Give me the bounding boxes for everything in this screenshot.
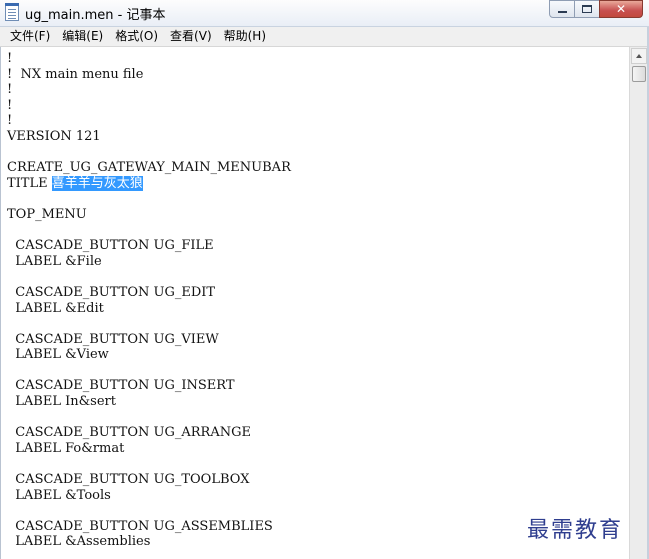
text-line: ! xyxy=(7,51,13,66)
watermark-text: 最需教育 xyxy=(527,518,624,543)
minimize-icon xyxy=(558,11,567,13)
text-line xyxy=(7,269,291,285)
window-controls: ✕ xyxy=(549,0,643,18)
text-line: TOP_MENU xyxy=(7,206,87,222)
text-line: CASCADE_BUTTON UG_ARRANGE xyxy=(7,425,251,441)
text-line xyxy=(7,363,291,379)
title-keyword: TITLE xyxy=(7,175,52,191)
text-line: LABEL &View xyxy=(7,347,109,363)
text-line: CREATE_UG_GATEWAY_MAIN_MENUBAR xyxy=(7,160,291,176)
text-editor[interactable]: !! NX main menu file!!! VERSION 121 CREATE… xyxy=(0,47,629,559)
notepad-icon xyxy=(5,3,19,21)
close-button[interactable]: ✕ xyxy=(599,0,643,18)
text-line: ! NX main menu file xyxy=(7,66,144,82)
text-line xyxy=(7,410,291,426)
text-line xyxy=(7,145,291,161)
text-line: CASCADE_BUTTON UG_ASSEMBLIES xyxy=(7,518,273,534)
menu-format[interactable]: 格式(O) xyxy=(109,27,164,46)
text-line: CASCADE_BUTTON UG_FILE xyxy=(7,238,214,254)
editor-content[interactable]: !! NX main menu file!!! VERSION 121 CREATE… xyxy=(7,51,291,550)
text-line: LABEL Fo&rmat xyxy=(7,440,125,456)
text-line: TITLE 喜羊羊与灰太狼 xyxy=(7,175,291,192)
scrollbar-thumb[interactable] xyxy=(632,66,646,82)
menu-help[interactable]: 帮助(H) xyxy=(218,27,272,46)
text-line xyxy=(7,191,291,207)
text-line: CASCADE_BUTTON UG_VIEW xyxy=(7,331,219,347)
title-bar[interactable]: ug_main.men - 记事本 ✕ xyxy=(0,0,649,27)
text-line: ! xyxy=(7,82,13,98)
selected-text[interactable]: 喜羊羊与灰太狼 xyxy=(51,175,143,191)
text-line: ! xyxy=(7,97,13,113)
maximize-icon xyxy=(582,5,592,13)
text-line: LABEL &Tools xyxy=(7,487,111,503)
menu-bar: 文件(F) 编辑(E) 格式(O) 查看(V) 帮助(H) xyxy=(0,27,649,47)
close-icon: ✕ xyxy=(615,2,627,16)
minimize-button[interactable] xyxy=(549,0,575,18)
text-line: VERSION 121 xyxy=(7,128,101,144)
text-line: CASCADE_BUTTON UG_EDIT xyxy=(7,284,216,300)
text-line: LABEL &Edit xyxy=(7,300,104,316)
text-line xyxy=(7,316,291,332)
menu-file[interactable]: 文件(F) xyxy=(4,27,56,46)
text-line: LABEL &Assemblies xyxy=(7,534,151,550)
text-line: CASCADE_BUTTON UG_INSERT xyxy=(7,378,235,394)
window-title: ug_main.men - 记事本 xyxy=(25,8,166,23)
menu-view[interactable]: 查看(V) xyxy=(164,27,218,46)
maximize-button[interactable] xyxy=(574,0,600,18)
text-line xyxy=(7,503,291,519)
text-line: LABEL In&sert xyxy=(7,394,116,410)
scroll-up-arrow-icon[interactable] xyxy=(631,48,647,64)
text-line xyxy=(7,456,291,472)
vertical-scrollbar[interactable] xyxy=(629,47,647,559)
text-line: CASCADE_BUTTON UG_TOOLBOX xyxy=(7,472,250,488)
text-line: ! xyxy=(7,113,13,129)
menu-edit[interactable]: 编辑(E) xyxy=(56,27,109,46)
text-line: LABEL &File xyxy=(7,253,102,269)
text-line xyxy=(7,223,291,239)
